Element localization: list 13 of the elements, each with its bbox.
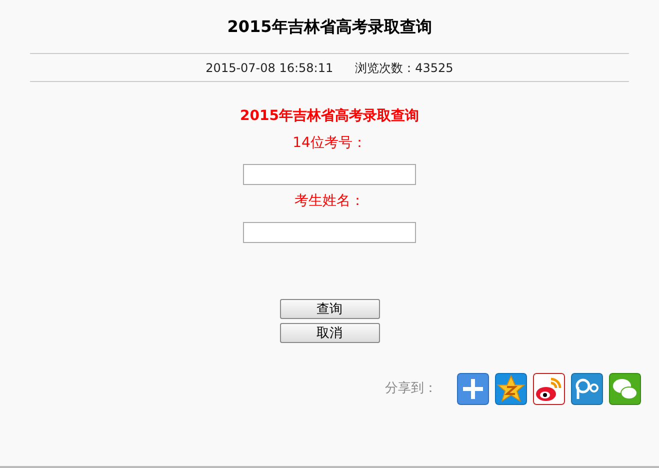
field-label: 14位考号：	[292, 134, 366, 153]
input-field[interactable]	[243, 222, 416, 243]
page-title: 2015年吉林省高考录取查询	[227, 16, 432, 38]
form-title: 2015年吉林省高考录取查询	[240, 106, 419, 126]
plus-icon[interactable]	[457, 373, 489, 405]
view-count: 浏览次数：43525	[355, 60, 454, 76]
input-field[interactable]	[243, 164, 416, 185]
star-icon[interactable]	[495, 373, 527, 405]
form-button[interactable]: 取消	[280, 323, 380, 343]
share-label: 分享到：	[385, 380, 437, 398]
form-button[interactable]: 查询	[280, 299, 380, 319]
field-label: 考生姓名：	[294, 192, 364, 211]
publish-date: 2015-07-08 16:58:11	[206, 60, 334, 76]
